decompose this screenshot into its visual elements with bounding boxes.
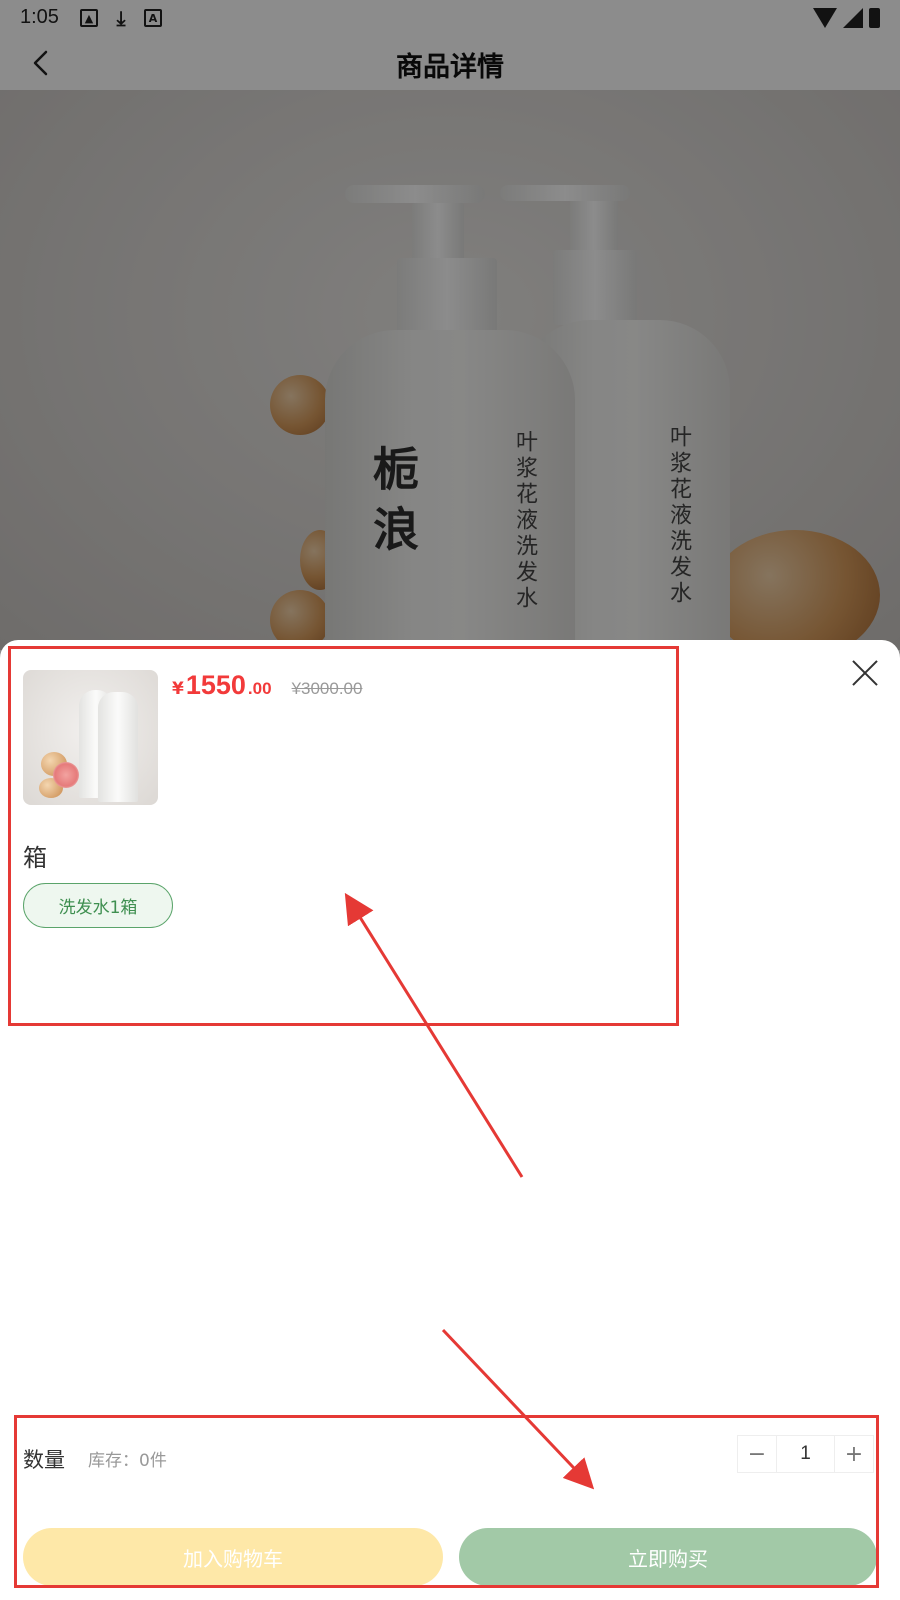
close-button[interactable] — [848, 656, 882, 690]
annotation-box-spec — [8, 646, 679, 1026]
annotation-box-actions — [14, 1415, 879, 1588]
